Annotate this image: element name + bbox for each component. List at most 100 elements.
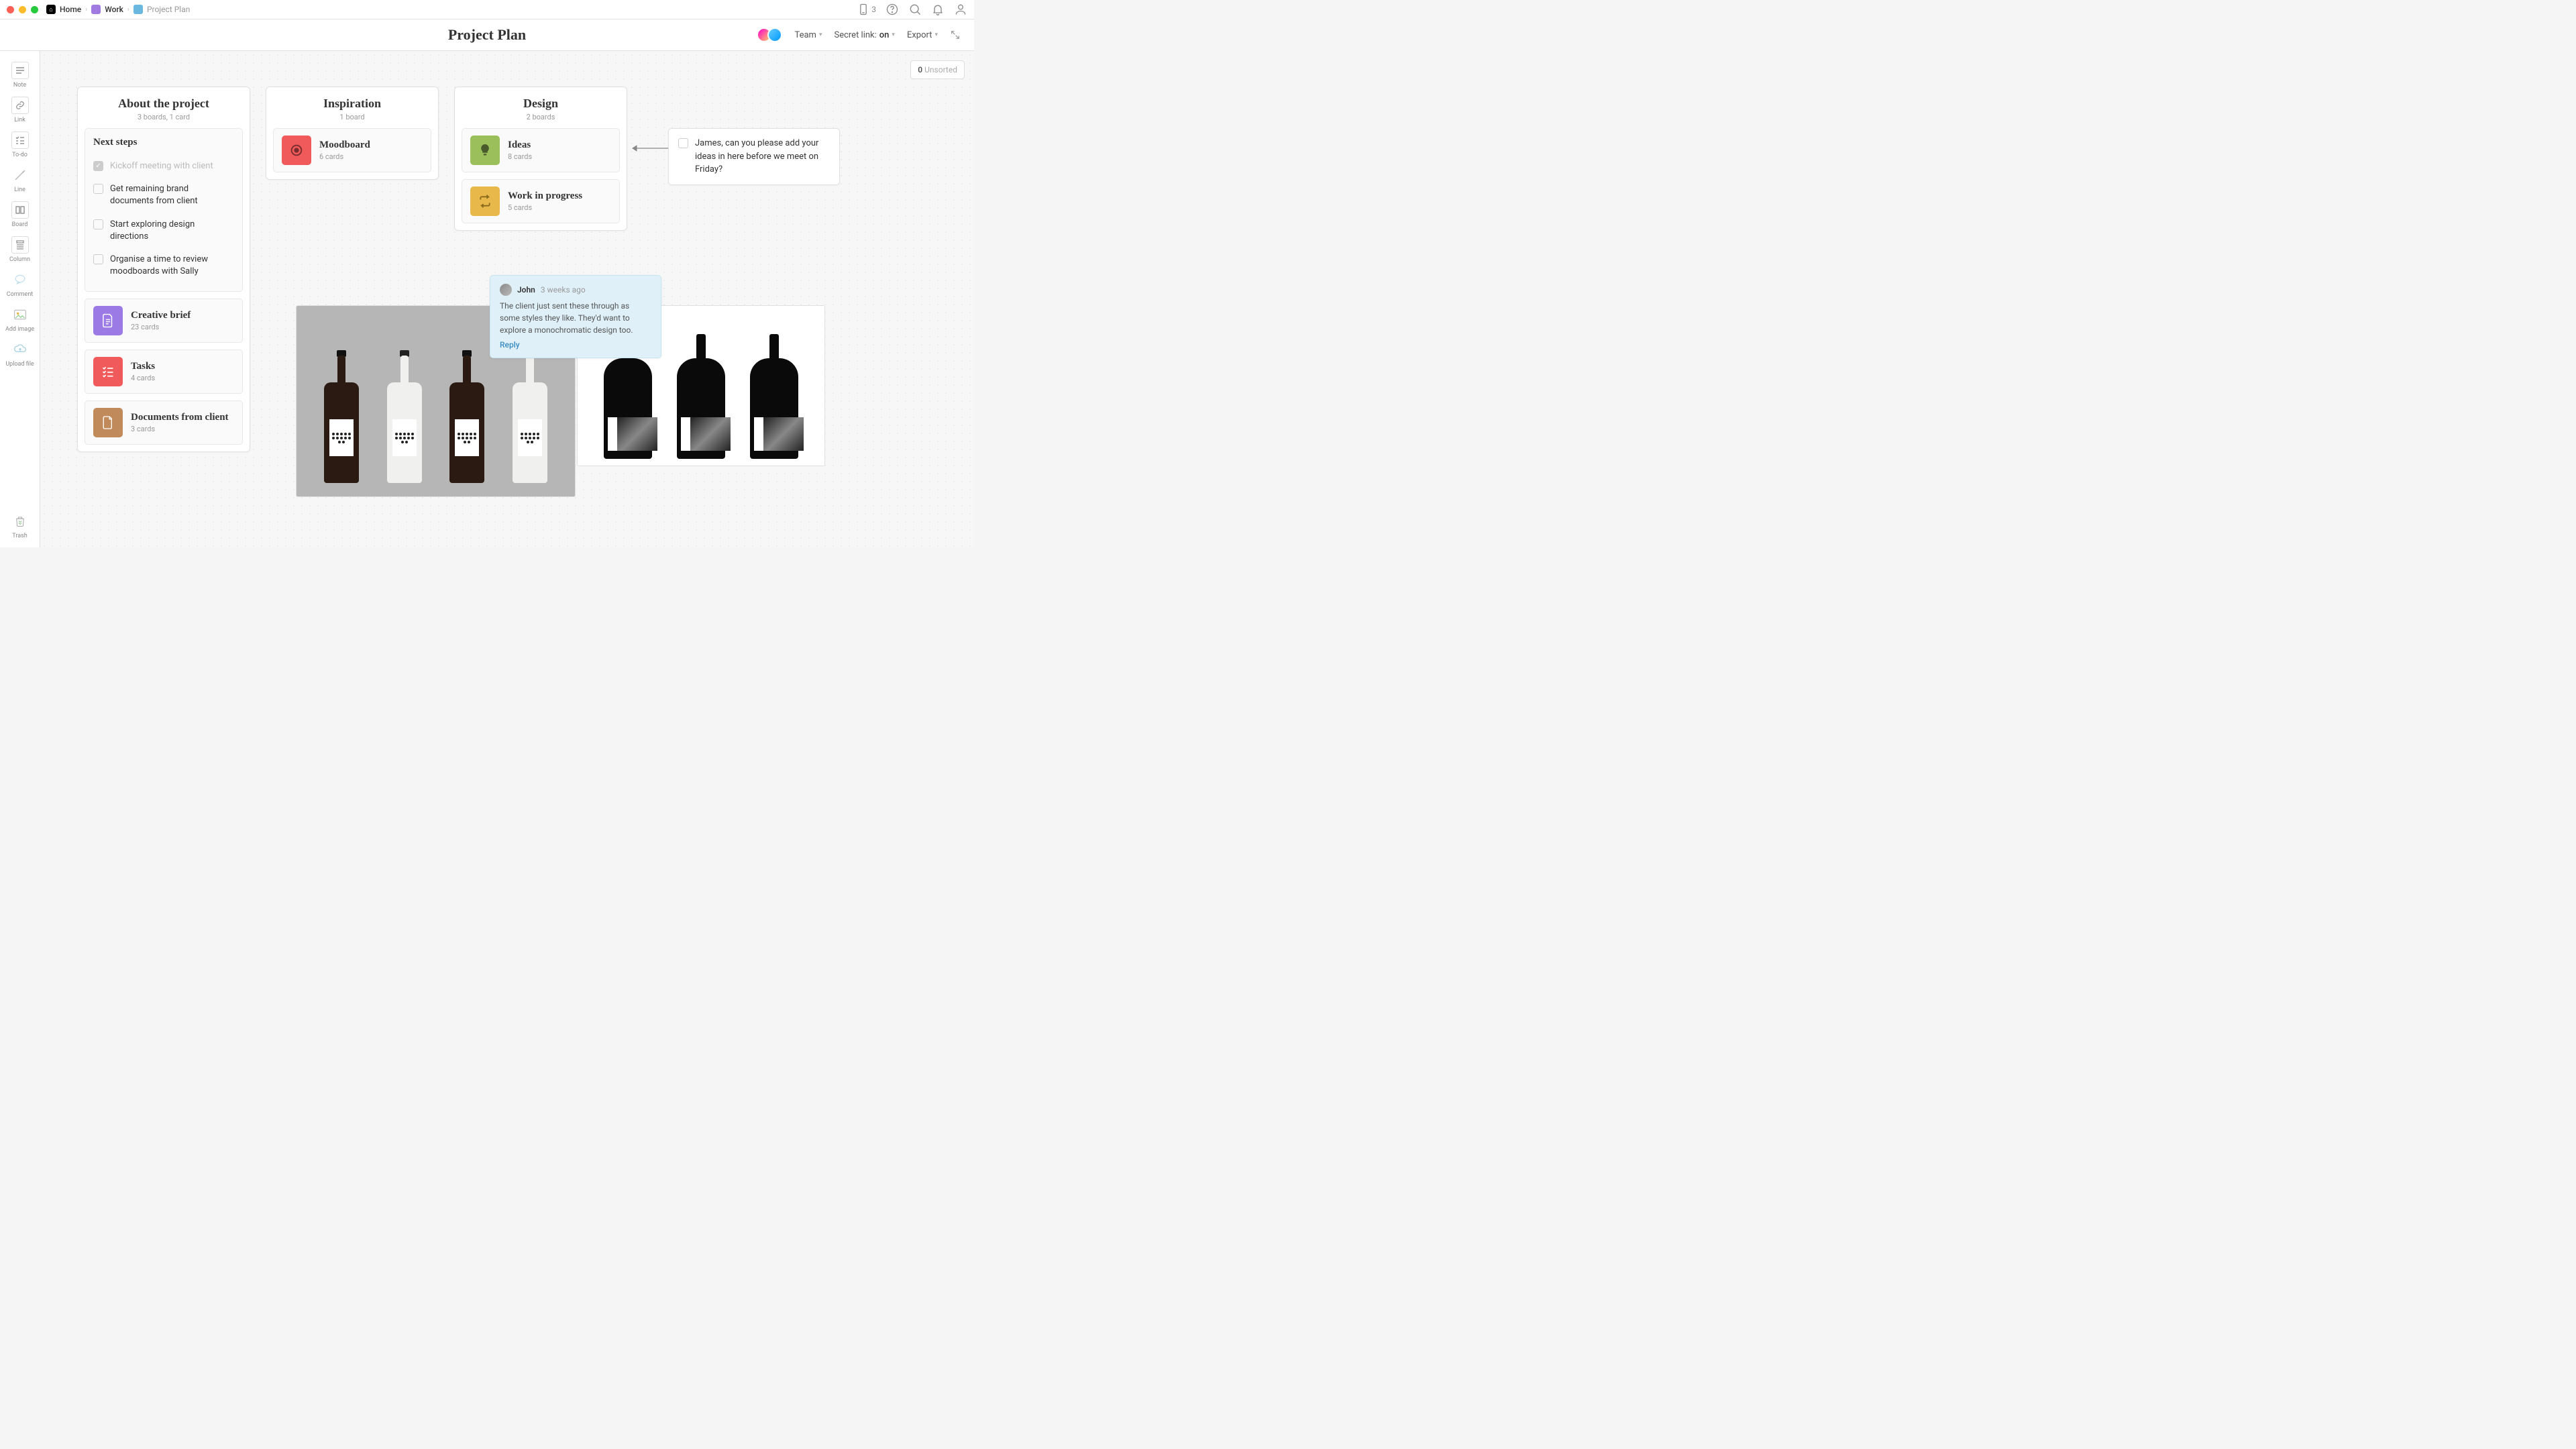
maximize-window-icon[interactable]: [31, 6, 38, 13]
repeat-icon: [470, 186, 500, 216]
expand-icon[interactable]: [950, 30, 961, 40]
search-icon[interactable]: [908, 3, 922, 16]
secret-link-label: Secret link:: [834, 30, 876, 40]
user-icon[interactable]: [954, 3, 967, 16]
sticky-note[interactable]: James, can you please add your ideas in …: [668, 128, 840, 185]
file-icon: [93, 408, 123, 437]
team-label: Team: [794, 30, 816, 40]
tool-board[interactable]: Board: [3, 197, 37, 229]
tool-note[interactable]: Note: [3, 58, 37, 90]
unsorted-count: 0: [918, 65, 922, 74]
tool-link[interactable]: Link: [3, 93, 37, 125]
board-title: About the project: [85, 97, 243, 111]
sub-board-subtitle: 6 cards: [319, 152, 370, 161]
device-sync-button[interactable]: 3: [857, 3, 876, 16]
tool-label: Trash: [12, 533, 27, 539]
line-icon: [13, 168, 27, 182]
checkbox-icon[interactable]: [93, 184, 103, 194]
export-dropdown[interactable]: Export ▾: [907, 30, 938, 40]
board-inspiration[interactable]: Inspiration 1 board Moodboard 6 cards: [266, 87, 439, 180]
todo-text: Kickoff meeting with client: [110, 160, 213, 172]
board-subtitle: 2 boards: [462, 113, 620, 121]
canvas[interactable]: 0 Unsorted About the project 3 boards, 1…: [40, 51, 974, 547]
comment-author: John: [517, 285, 535, 294]
todo-icon: [15, 136, 25, 144]
todo-item[interactable]: Start exploring design directions: [93, 213, 234, 248]
sub-board-creative-brief[interactable]: Creative brief 23 cards: [85, 299, 243, 343]
titlebar: ⌂ Home › Work › Project Plan 3: [0, 0, 974, 19]
tool-upload-file[interactable]: Upload file: [3, 337, 37, 369]
project-folder-icon[interactable]: [133, 5, 143, 14]
todo-item[interactable]: Organise a time to review moodboards wit…: [93, 248, 234, 283]
sub-board-title: Creative brief: [131, 310, 191, 321]
sub-board-subtitle: 8 cards: [508, 152, 532, 161]
board-design[interactable]: Design 2 boards Ideas 8 cards Work in pr…: [454, 87, 627, 231]
avatar: [500, 284, 512, 296]
tool-line[interactable]: Line: [3, 162, 37, 195]
sub-board-subtitle: 5 cards: [508, 203, 582, 212]
minimize-window-icon[interactable]: [19, 6, 26, 13]
sub-board-tasks[interactable]: Tasks 4 cards: [85, 350, 243, 394]
collaborator-avatars[interactable]: [761, 28, 782, 42]
card-next-steps[interactable]: Next steps ✓ Kickoff meeting with client…: [85, 128, 243, 292]
sub-board-title: Documents from client: [131, 412, 229, 423]
device-count: 3: [871, 5, 876, 14]
todo-text: Organise a time to review moodboards wit…: [110, 254, 234, 278]
column-icon: [15, 240, 25, 250]
page-title: Project Plan: [448, 26, 526, 44]
tool-comment[interactable]: Comment: [3, 267, 37, 299]
secret-link-dropdown[interactable]: Secret link: on ▾: [834, 30, 894, 40]
breadcrumb-work[interactable]: Work: [105, 5, 123, 14]
tool-trash[interactable]: Trash: [3, 508, 37, 541]
checkbox-icon[interactable]: [678, 138, 688, 148]
tool-todo[interactable]: To-do: [3, 127, 37, 160]
sub-board-documents[interactable]: Documents from client 3 cards: [85, 400, 243, 445]
board-subtitle: 1 board: [273, 113, 431, 121]
comment-time: 3 weeks ago: [541, 285, 586, 294]
home-icon[interactable]: ⌂: [46, 5, 56, 14]
tool-column[interactable]: Column: [3, 232, 37, 264]
tool-label: Board: [12, 221, 28, 228]
board-subtitle: 3 boards, 1 card: [85, 113, 243, 121]
tool-label: Add image: [5, 326, 34, 333]
board-about[interactable]: About the project 3 boards, 1 card Next …: [77, 87, 250, 452]
help-icon[interactable]: [885, 3, 899, 16]
sub-board-wip[interactable]: Work in progress 5 cards: [462, 179, 620, 223]
sub-board-title: Ideas: [508, 140, 532, 151]
bell-icon[interactable]: [931, 3, 945, 16]
sub-board-ideas[interactable]: Ideas 8 cards: [462, 128, 620, 172]
sub-board-subtitle: 4 cards: [131, 374, 155, 382]
lightbulb-icon: [470, 136, 500, 165]
sub-board-title: Tasks: [131, 361, 155, 372]
chevron-right-icon: ›: [85, 6, 87, 13]
todo-text: Get remaining brand documents from clien…: [110, 183, 234, 207]
sub-board-moodboard[interactable]: Moodboard 6 cards: [273, 128, 431, 172]
tool-label: Link: [14, 117, 25, 123]
team-dropdown[interactable]: Team ▾: [794, 30, 822, 40]
checkbox-icon[interactable]: [93, 219, 103, 229]
todo-text: Start exploring design directions: [110, 219, 234, 243]
unsorted-button[interactable]: 0 Unsorted: [910, 60, 965, 79]
tool-label: To-do: [12, 152, 28, 158]
comment-bubble[interactable]: John 3 weeks ago The client just sent th…: [490, 275, 661, 358]
sticky-text: James, can you please add your ideas in …: [695, 137, 830, 176]
comment-icon: [13, 274, 27, 286]
breadcrumb-home[interactable]: Home: [60, 5, 81, 14]
sub-board-title: Moodboard: [319, 140, 370, 151]
connector-arrow: [627, 142, 671, 155]
chevron-down-icon: ▾: [934, 32, 938, 38]
board-title: Inspiration: [273, 97, 431, 111]
work-folder-icon[interactable]: [91, 5, 101, 14]
breadcrumb-project[interactable]: Project Plan: [147, 5, 190, 14]
chevron-down-icon: ▾: [892, 32, 895, 38]
todo-item[interactable]: Get remaining brand documents from clien…: [93, 178, 234, 213]
close-window-icon[interactable]: [7, 6, 14, 13]
card-title: Next steps: [93, 137, 234, 148]
todo-item[interactable]: ✓ Kickoff meeting with client: [93, 155, 234, 178]
tool-add-image[interactable]: Add image: [3, 302, 37, 334]
checkbox-checked-icon[interactable]: ✓: [93, 161, 103, 171]
tool-label: Comment: [7, 291, 33, 298]
reply-button[interactable]: Reply: [500, 340, 651, 350]
image-icon: [13, 309, 27, 321]
checkbox-icon[interactable]: [93, 254, 103, 264]
